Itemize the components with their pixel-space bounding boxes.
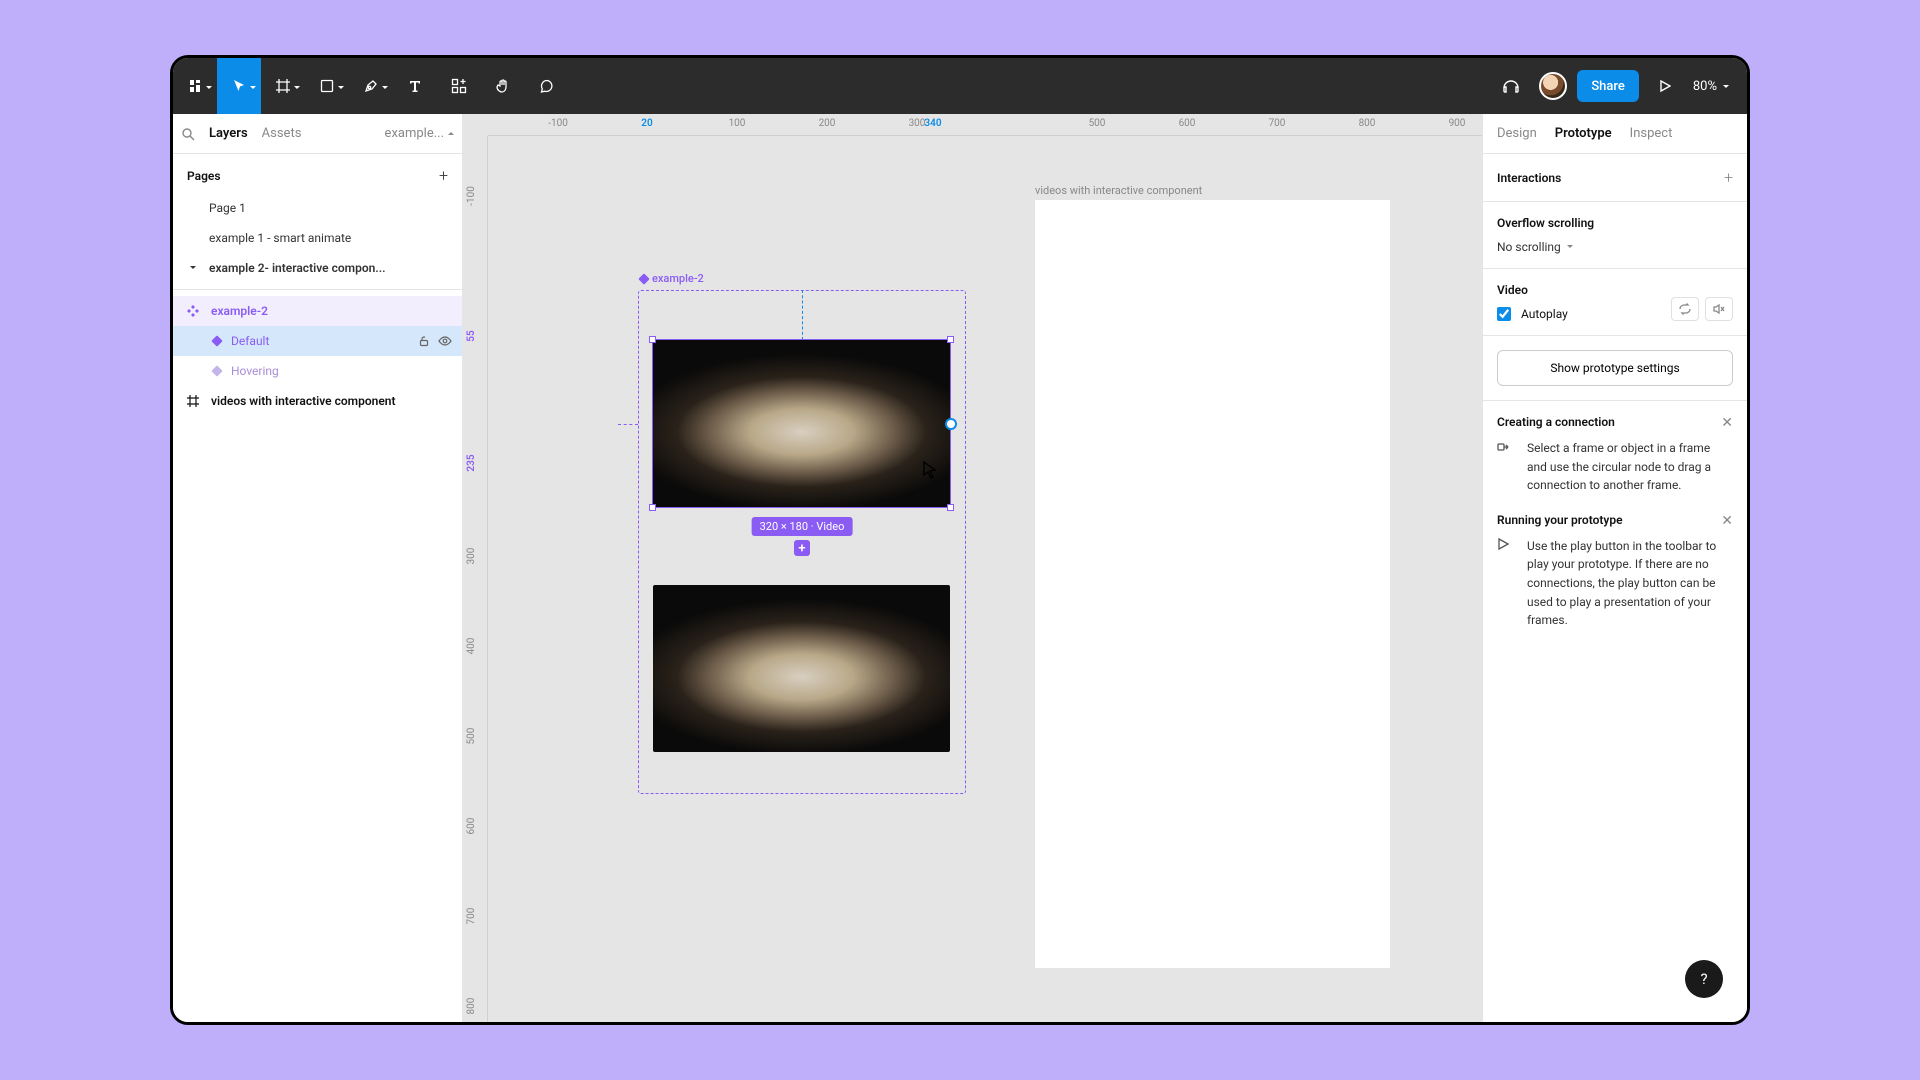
show-prototype-settings-button[interactable]: Show prototype settings [1497,350,1733,386]
assets-tab[interactable]: Assets [262,126,302,141]
frame-videos[interactable] [1035,200,1390,968]
app-window: Share 80% Layers Assets example... Pages… [170,55,1750,1025]
right-panel: Design Prototype Inspect Interactions + … [1482,114,1747,1022]
pen-tool-button[interactable] [349,58,393,114]
help-fab[interactable]: ? [1685,960,1723,998]
add-page-button[interactable]: + [439,166,448,185]
hand-tool-button[interactable] [481,58,525,114]
main-area: Layers Assets example... Pages + Page 1 … [173,114,1747,1022]
share-button[interactable]: Share [1577,70,1639,102]
mute-icon[interactable] [1705,297,1733,321]
connection-icon [1497,439,1515,495]
unlock-icon[interactable] [418,335,430,347]
shape-tool-button[interactable] [305,58,349,114]
layer-frame[interactable]: videos with interactive component [173,386,462,416]
present-button[interactable] [1647,58,1683,114]
interactions-title: Interactions [1497,171,1561,185]
search-icon[interactable] [181,127,195,141]
canvas-area[interactable]: -100 20 100 200 300 340 500 600 700 800 … [463,114,1482,1022]
variant-icon [211,335,222,346]
prototype-connection-node[interactable] [945,418,957,430]
page-item-current[interactable]: example 2- interactive compon... [173,253,462,283]
resources-button[interactable] [437,58,481,114]
variant-icon [211,365,222,376]
main-menu-button[interactable] [173,58,217,114]
left-panel-tabs: Layers Assets example... [173,114,462,154]
settings-section: Show prototype settings [1483,336,1747,401]
canvas[interactable]: videos with interactive component exampl… [488,136,1482,1022]
autoplay-checkbox[interactable]: Autoplay [1497,307,1568,321]
help-panel: Creating a connection ✕ Select a frame o… [1483,401,1747,662]
pages-title: Pages [187,169,221,183]
video-section: Video Autoplay [1483,269,1747,336]
close-icon[interactable]: ✕ [1721,415,1733,431]
component-icon [187,305,205,317]
video-title: Video [1497,283,1733,297]
visibility-icon[interactable] [438,335,452,347]
frame-label[interactable]: videos with interactive component [1035,184,1202,197]
text-tool-button[interactable] [393,58,437,114]
play-icon [1497,537,1515,630]
comment-tool-button[interactable] [525,58,569,114]
move-tool-button[interactable] [217,58,261,114]
video-default[interactable] [653,340,950,507]
tab-inspect[interactable]: Inspect [1630,126,1673,141]
page-item[interactable]: Page 1 [173,193,462,223]
overflow-section: Overflow scrolling No scrolling [1483,202,1747,269]
guide-horizontal [618,424,638,425]
layer-component[interactable]: example-2 [173,296,462,326]
component-label[interactable]: example-2 [640,272,704,285]
add-interaction-button[interactable]: + [794,540,810,556]
audio-button[interactable] [1493,58,1529,114]
layers-tab[interactable]: Layers [209,126,248,141]
page-crumb[interactable]: example... [385,126,454,141]
close-icon[interactable]: ✕ [1721,513,1733,529]
frame-tool-button[interactable] [261,58,305,114]
ruler-horizontal: -100 20 100 200 300 340 500 600 700 800 … [488,114,1482,136]
zoom-dropdown[interactable]: 80% [1683,79,1747,94]
interactions-section: Interactions + [1483,154,1747,202]
ruler-vertical: -100 55 235 300 400 500 600 700 800 [463,136,488,1022]
right-panel-tabs: Design Prototype Inspect [1483,114,1747,154]
frame-icon [187,395,205,407]
overflow-select[interactable]: No scrolling [1497,240,1733,254]
dimensions-badge: 320 × 180 · Video [752,517,853,536]
pages-header: Pages + [173,154,462,193]
layer-variant-hovering[interactable]: Hovering [173,356,462,386]
overflow-title: Overflow scrolling [1497,216,1733,230]
loop-icon[interactable] [1671,297,1699,321]
left-panel: Layers Assets example... Pages + Page 1 … [173,114,463,1022]
guide-vertical [802,290,803,340]
help-connection-title: Creating a connection [1497,415,1709,429]
cursor-icon [922,461,938,479]
help-running-body: Use the play button in the toolbar to pl… [1527,537,1733,630]
page-item[interactable]: example 1 - smart animate [173,223,462,253]
toolbar: Share 80% [173,58,1747,114]
user-avatar[interactable] [1539,72,1567,100]
tab-design[interactable]: Design [1497,126,1537,141]
tab-prototype[interactable]: Prototype [1555,126,1612,141]
layer-variant-default[interactable]: Default [173,326,462,356]
help-connection-body: Select a frame or object in a frame and … [1527,439,1733,495]
video-hovering[interactable] [653,585,950,752]
add-interaction-icon[interactable]: + [1724,168,1733,187]
help-running-title: Running your prototype [1497,513,1709,527]
chevron-down-icon [189,264,197,272]
